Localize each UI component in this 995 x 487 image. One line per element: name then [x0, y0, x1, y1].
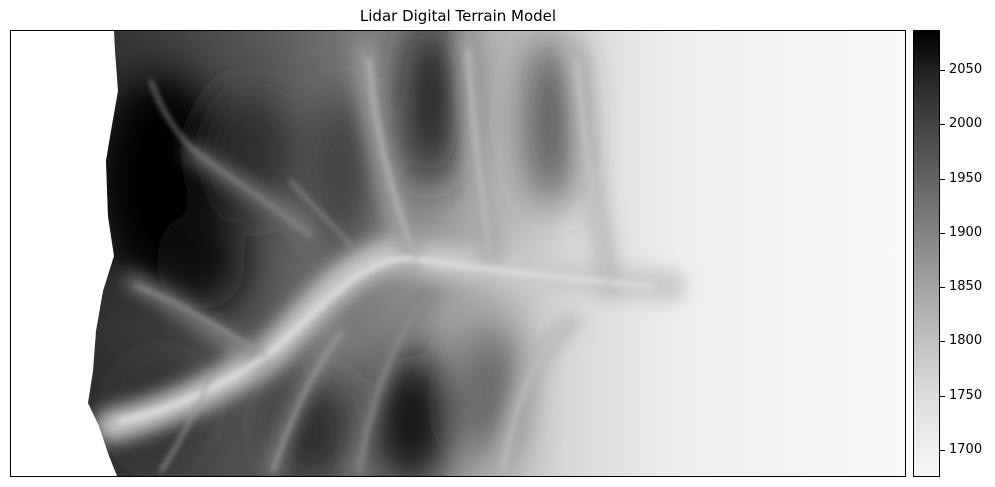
colorbar-tick-label: 1950 [949, 170, 983, 186]
colorbar-tick-label: 1750 [949, 387, 983, 403]
colorbar-tick-label: 1700 [949, 441, 983, 457]
colorbar-tick-mark [940, 287, 945, 289]
colorbar-tick-mark [940, 395, 945, 397]
terrain-map [10, 30, 906, 477]
colorbar-tick-mark [940, 70, 945, 72]
colorbar-tick-label: 2000 [949, 116, 983, 132]
colorbar-tick-mark [940, 232, 945, 234]
terrain-raster [88, 31, 905, 476]
colorbar-tick-label: 1800 [949, 333, 983, 349]
colorbar-tick-mark [940, 449, 945, 451]
colorbar-tick-mark [940, 178, 945, 180]
colorbar-tick-label: 2050 [949, 62, 983, 78]
colorbar-tick-mark [940, 124, 945, 126]
colorbar-tick-label: 1900 [949, 224, 983, 240]
colorbar-tick-mark [940, 341, 945, 343]
colorbar [913, 30, 940, 477]
colorbar-tick-label: 1850 [949, 279, 983, 295]
chart-title: Lidar Digital Terrain Model [359, 7, 557, 25]
